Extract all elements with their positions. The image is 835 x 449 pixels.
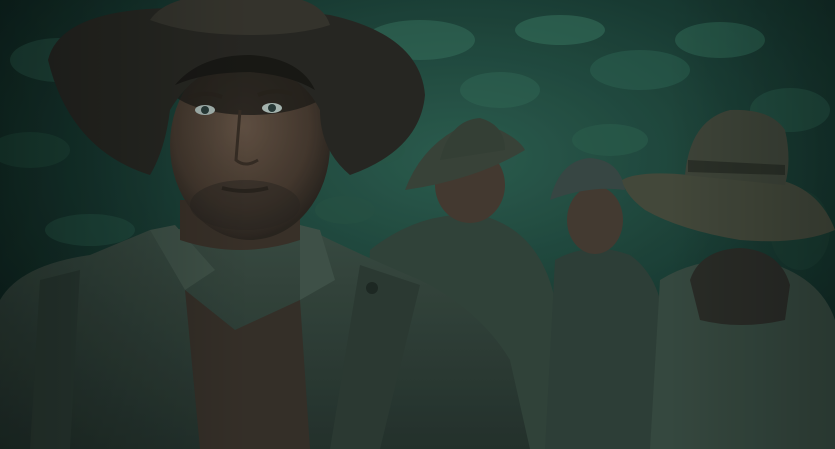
film-still: [0, 0, 835, 449]
jungle-scene: [0, 0, 835, 449]
